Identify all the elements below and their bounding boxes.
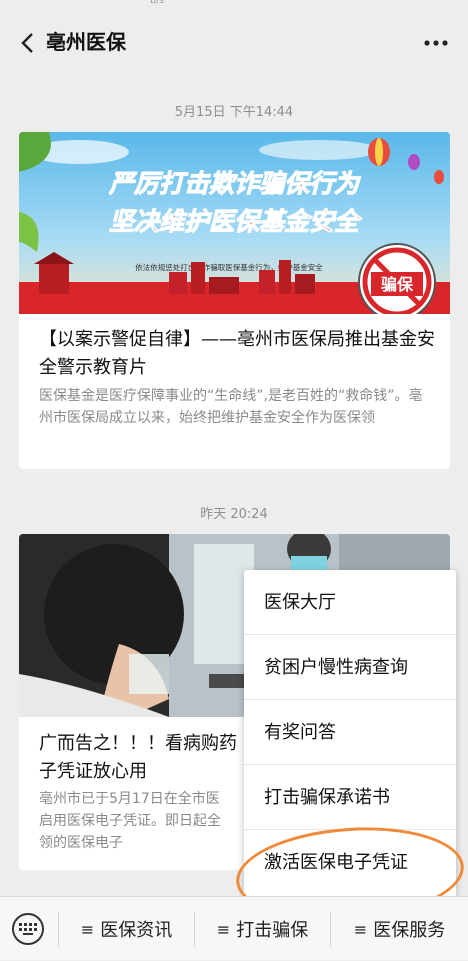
tab-label: 医保服务: [373, 920, 446, 941]
keyboard-toggle-button[interactable]: [12, 913, 44, 945]
banner-headline-1: 严厉打击欺诈骗保行为: [108, 169, 361, 198]
message-timestamp: 昨天 20:24: [200, 507, 268, 522]
banner-headline-2: 坚决维护医保基金安全: [109, 207, 363, 236]
page-title: 亳州医保: [46, 30, 126, 54]
menu-item-label: 有奖问答: [264, 722, 336, 743]
menu-item-label: 医保大厅: [264, 592, 336, 613]
menu-item-label: 打击骗保承诺书: [264, 787, 390, 808]
menu-item-insurance-hall[interactable]: 医保大厅: [244, 570, 456, 635]
menu-item-label: 贫困户慢性病查询: [264, 657, 408, 678]
banner-caption: 依法依规惩处打击欺诈骗取医保基金行为，维护基金安全: [135, 262, 323, 272]
tab-label: 医保资讯: [100, 920, 173, 941]
tab-insurance-services[interactable]: ≡ 医保服务: [331, 897, 468, 961]
status-bar: B/s: [0, 0, 468, 10]
more-dots-icon: [424, 40, 448, 46]
status-bar-text: B/s: [150, 0, 164, 6]
more-options-button[interactable]: [416, 26, 456, 60]
back-button[interactable]: [10, 26, 44, 60]
menu-item-quiz[interactable]: 有奖问答: [244, 700, 456, 765]
tab-label: 打击骗保: [236, 920, 309, 941]
menu-lines-icon: ≡: [353, 919, 368, 939]
menu-item-anti-fraud-pledge[interactable]: 打击骗保承诺书: [244, 765, 456, 830]
article-card[interactable]: 严厉打击欺诈骗保行为 坚决维护医保基金安全 依法依规惩处打击欺诈骗取医保基金行为…: [19, 132, 450, 469]
chevron-left-icon: [21, 33, 33, 53]
tab-anti-fraud[interactable]: ≡ 打击骗保: [195, 897, 330, 961]
article-description: 医保基金是医疗保障事业的“生命线”,是老百姓的“救命钱”。亳州市医保局成立以来，…: [39, 388, 423, 426]
article-title: 【以案示警促自律】——亳州市医保局推出基金安全警示教育片: [39, 329, 435, 378]
message-timestamp: 5月15日 下午14:44: [174, 105, 294, 120]
bottom-menu-bar: ≡ 医保资讯 ≡ 打击骗保 ≡ 医保服务: [0, 896, 468, 960]
menu-lines-icon: ≡: [216, 919, 231, 939]
banner-stamp: 骗保: [381, 275, 414, 294]
article-banner-image[interactable]: 严厉打击欺诈骗保行为 坚决维护医保基金安全 依法依规惩处打击欺诈骗取医保基金行为…: [19, 132, 450, 314]
keyboard-icon: [19, 923, 37, 935]
top-nav-bar: B/s 亳州医保: [0, 0, 468, 84]
menu-lines-icon: ≡: [80, 919, 95, 939]
tab-insurance-news[interactable]: ≡ 医保资讯: [59, 897, 194, 961]
menu-item-chronic-disease-query[interactable]: 贫困户慢性病查询: [244, 635, 456, 700]
